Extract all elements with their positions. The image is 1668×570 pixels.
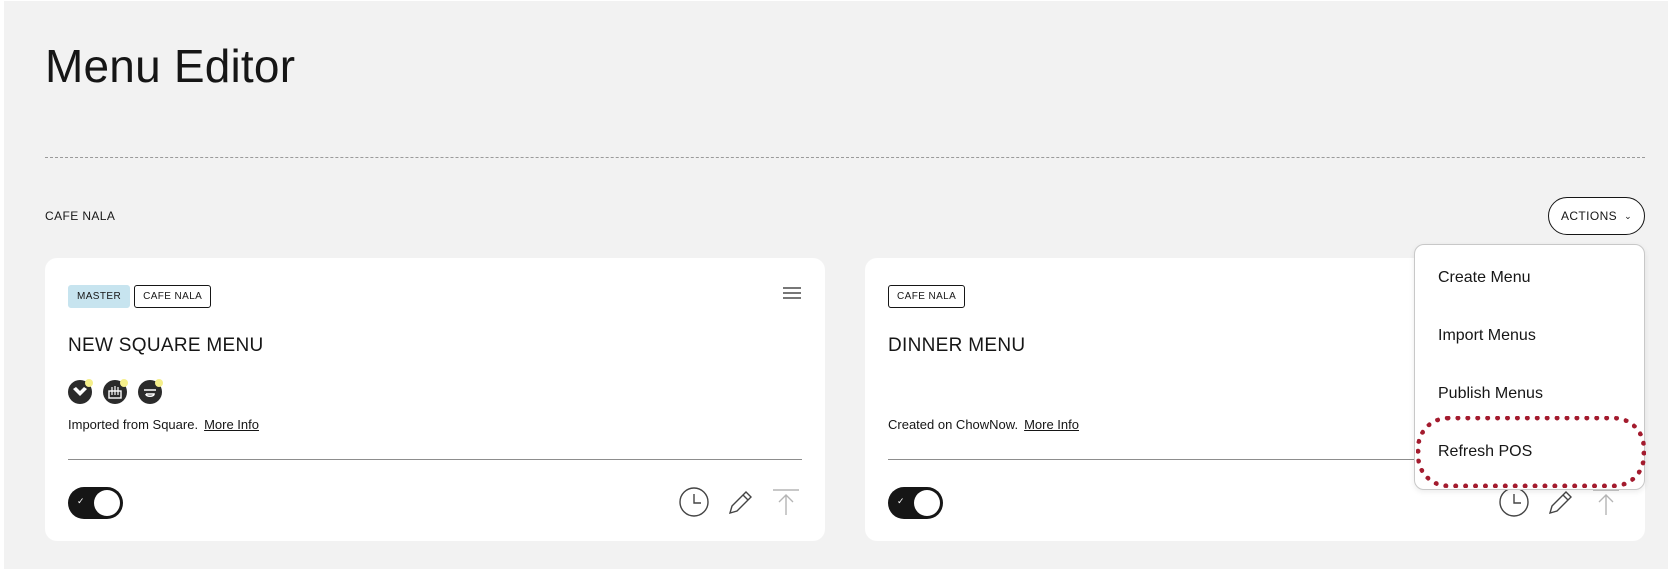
menu-enabled-toggle[interactable]: ✓ <box>888 487 943 519</box>
location-tag: CAFE NALA <box>888 285 966 308</box>
divider <box>45 157 1645 158</box>
toggle-knob <box>94 490 120 516</box>
card-actions <box>678 486 802 518</box>
actions-dropdown-menu: Create Menu Import Menus Publish Menus R… <box>1414 244 1645 490</box>
check-icon: ✓ <box>77 496 85 506</box>
menu-card-new-square-menu: MASTER CAFE NALA NEW SQUARE MENU Importe… <box>45 258 825 541</box>
drag-handle-icon[interactable] <box>783 287 801 299</box>
check-icon: ✓ <box>897 496 905 506</box>
card-divider <box>68 459 802 460</box>
edit-pencil-icon[interactable] <box>724 486 756 518</box>
schedule-clock-icon[interactable] <box>1498 486 1530 518</box>
source-line: Created on ChowNow. More Info <box>888 417 1079 432</box>
page-title: Menu Editor <box>45 40 296 92</box>
toggle-knob <box>914 490 940 516</box>
master-tag: MASTER <box>68 285 131 308</box>
card-tags: CAFE NALA <box>888 285 966 308</box>
delivery-pos-icon <box>138 379 163 404</box>
publish-upload-icon[interactable] <box>1590 486 1622 518</box>
menu-item-refresh-pos[interactable]: Refresh POS <box>1438 443 1618 461</box>
location-tag: CAFE NALA <box>134 285 212 308</box>
menu-name: DINNER MENU <box>888 335 1026 356</box>
restaurant-label: CAFE NALA <box>45 209 116 223</box>
actions-label: ACTIONS <box>1560 209 1618 223</box>
menu-enabled-toggle[interactable]: ✓ <box>68 487 123 519</box>
edit-pencil-icon[interactable] <box>1544 486 1576 518</box>
card-actions <box>1498 486 1622 518</box>
page-background: Menu Editor CAFE NALA ACTIONS ⌄ MASTER C… <box>4 1 1668 569</box>
source-text: Imported from Square. <box>68 417 199 432</box>
more-info-link[interactable]: More Info <box>204 417 259 432</box>
source-text: Created on ChowNow. <box>888 417 1019 432</box>
more-info-link[interactable]: More Info <box>1024 417 1079 432</box>
restaurant-pos-icon <box>103 379 128 404</box>
chevron-down-icon: ⌄ <box>1624 211 1633 221</box>
publish-upload-icon[interactable] <box>770 486 802 518</box>
pos-icons <box>68 379 163 404</box>
actions-button[interactable]: ACTIONS ⌄ <box>1548 197 1645 235</box>
source-line: Imported from Square. More Info <box>68 417 259 432</box>
card-tags: MASTER CAFE NALA <box>68 285 212 308</box>
square-pos-icon <box>68 379 93 404</box>
menu-item-publish-menus[interactable]: Publish Menus <box>1438 385 1618 403</box>
menu-item-create-menu[interactable]: Create Menu <box>1438 269 1618 287</box>
menu-item-import-menus[interactable]: Import Menus <box>1438 327 1618 345</box>
menu-name: NEW SQUARE MENU <box>68 335 264 356</box>
schedule-clock-icon[interactable] <box>678 486 710 518</box>
